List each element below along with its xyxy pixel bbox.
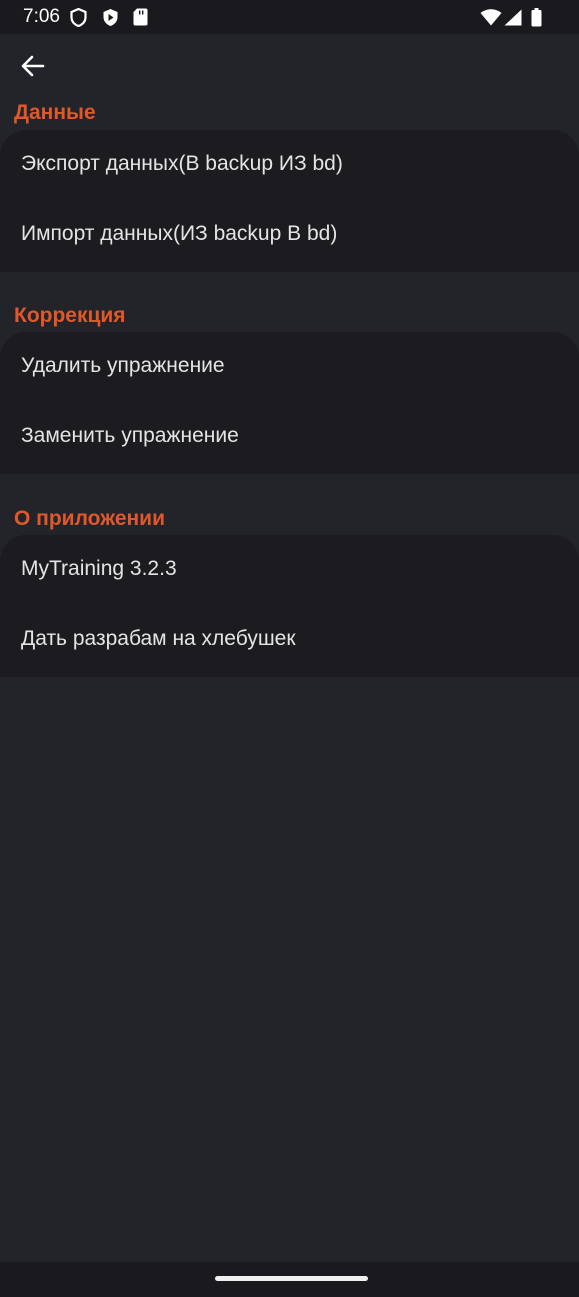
import-data-item[interactable]: Импорт данных(ИЗ backup В bd): [0, 200, 579, 270]
section-title-correction: Коррекция: [14, 304, 126, 327]
wifi-icon: [480, 9, 502, 26]
donate-item[interactable]: Дать разрабам на хлебушек: [0, 605, 579, 675]
cellular-signal-icon: [504, 9, 522, 26]
donate-label: Дать разрабам на хлебушек: [21, 627, 296, 650]
navigation-bar: [0, 1262, 579, 1297]
replace-exercise-item[interactable]: Заменить упражнение: [0, 402, 579, 472]
export-data-item[interactable]: Экспорт данных(В backup ИЗ bd): [0, 130, 579, 200]
app-version-item[interactable]: MyTraining 3.2.3: [0, 535, 579, 605]
section-title-about: О приложении: [14, 507, 165, 530]
app-bar: [0, 34, 579, 98]
delete-exercise-item[interactable]: Удалить упражнение: [0, 332, 579, 402]
card-data: Экспорт данных(В backup ИЗ bd) Импорт да…: [0, 130, 579, 272]
play-protect-icon: [103, 9, 118, 26]
sd-card-icon: [133, 8, 148, 26]
status-bar: 7:06: [0, 0, 579, 34]
shield-icon: [70, 8, 87, 27]
import-data-label: Импорт данных(ИЗ backup В bd): [21, 222, 338, 245]
back-button[interactable]: [12, 48, 52, 84]
section-title-data: Данные: [14, 101, 96, 124]
app-version-label: MyTraining 3.2.3: [21, 557, 177, 580]
card-about: MyTraining 3.2.3 Дать разрабам на хлебуш…: [0, 535, 579, 677]
arrow-back-icon: [21, 55, 45, 77]
delete-exercise-label: Удалить упражнение: [21, 354, 225, 377]
gesture-handle[interactable]: [215, 1276, 368, 1281]
replace-exercise-label: Заменить упражнение: [21, 424, 239, 447]
card-correction: Удалить упражнение Заменить упражнение: [0, 332, 579, 474]
battery-icon: [531, 8, 542, 27]
status-time: 7:06: [23, 6, 60, 27]
export-data-label: Экспорт данных(В backup ИЗ bd): [21, 152, 343, 175]
